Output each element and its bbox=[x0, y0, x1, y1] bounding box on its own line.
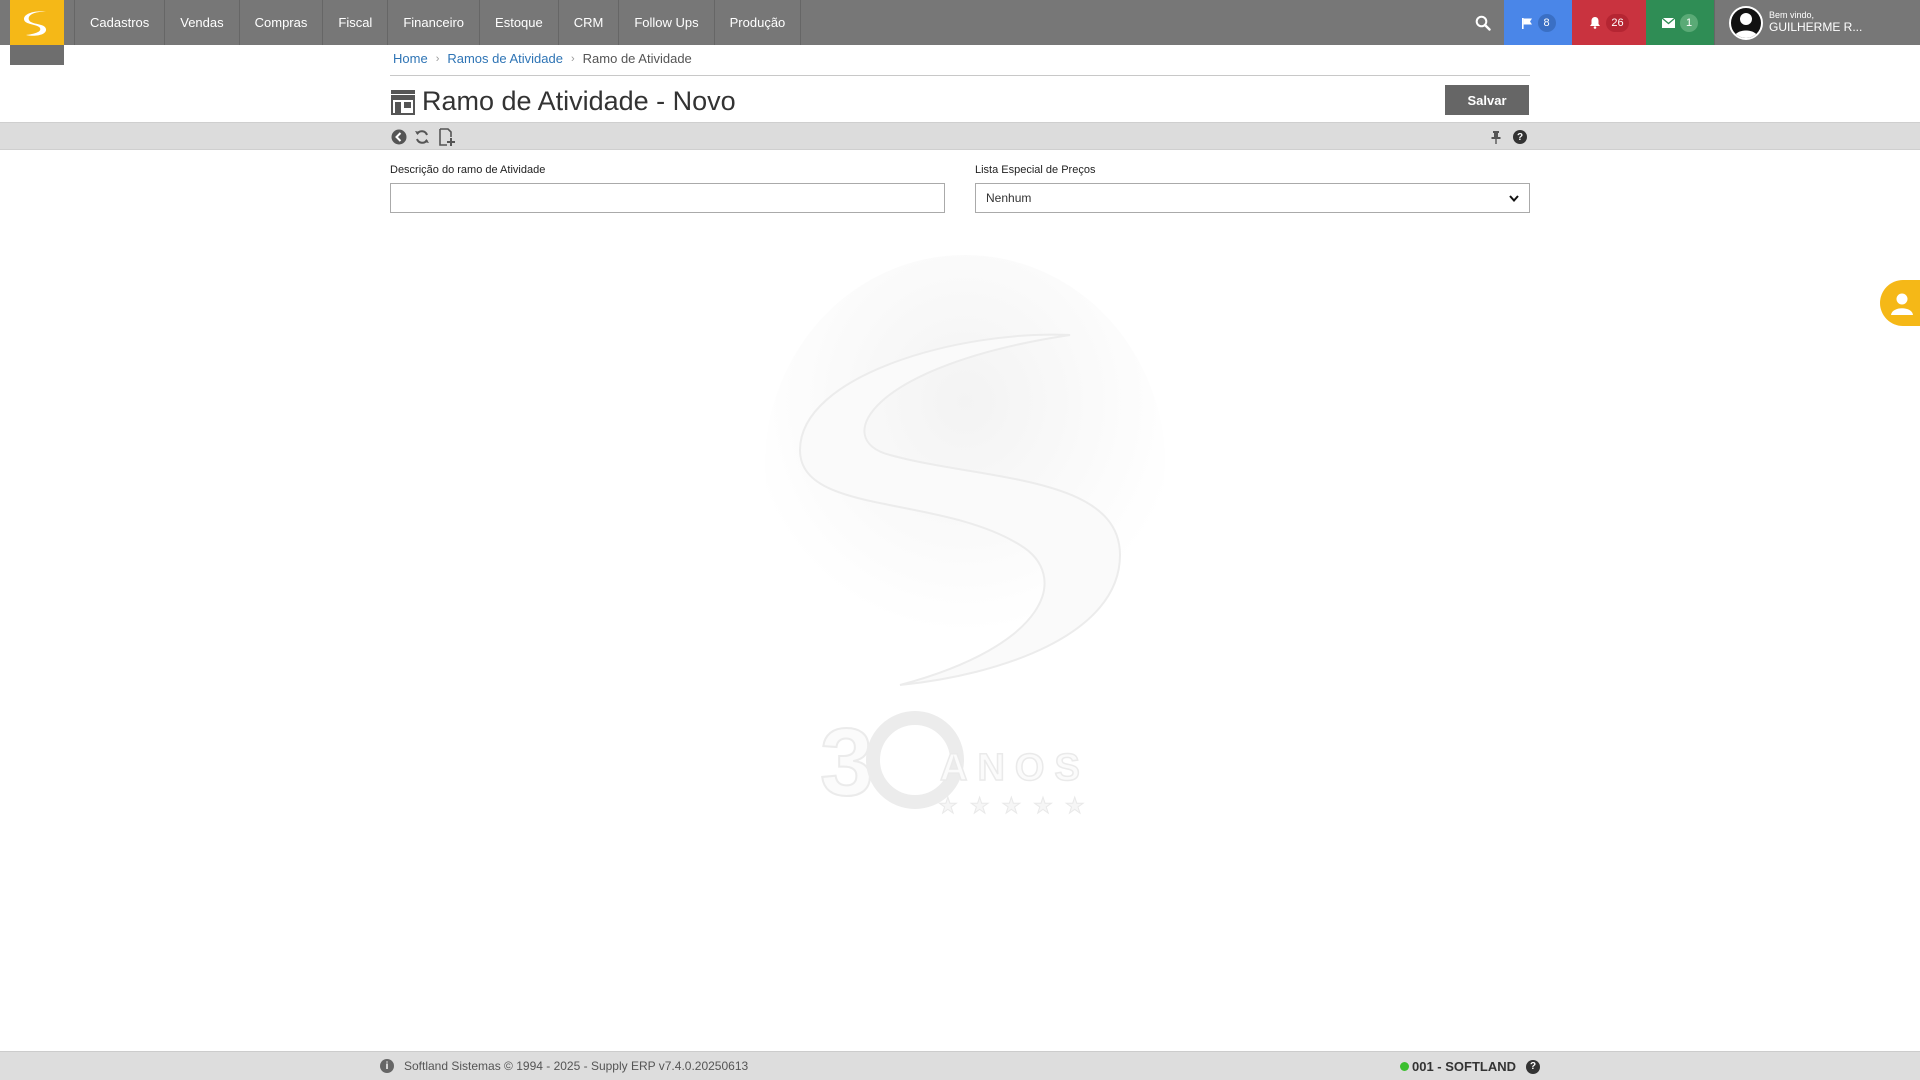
footer: i Softland Sistemas © 1994 - 2025 - Supp… bbox=[0, 1051, 1920, 1080]
menu-estoque[interactable]: Estoque bbox=[480, 0, 559, 45]
page-title: Ramo de Atividade - Novo bbox=[422, 86, 736, 116]
refresh-button[interactable] bbox=[412, 127, 432, 147]
user-name: GUILHERME R... bbox=[1769, 19, 1863, 34]
breadcrumb: Home › Ramos de Atividade › Ramo de Ativ… bbox=[393, 51, 692, 66]
save-button[interactable]: Salvar bbox=[1445, 85, 1529, 115]
company-indicator[interactable]: 001 - SOFTLAND ? bbox=[1400, 1059, 1541, 1074]
user-menu[interactable]: Bem vindo, GUILHERME R... bbox=[1714, 0, 1920, 45]
breadcrumb-ramos-de-atividade[interactable]: Ramos de Atividade bbox=[447, 51, 563, 66]
question-circle-icon: ? bbox=[1513, 130, 1527, 144]
svg-text:★★★★★: ★★★★★ bbox=[938, 794, 1097, 819]
pin-icon bbox=[1491, 131, 1501, 144]
menu-producao[interactable]: Produção bbox=[715, 0, 802, 45]
back-button[interactable] bbox=[389, 127, 409, 147]
search-button[interactable] bbox=[1462, 0, 1504, 45]
new-record-button[interactable] bbox=[437, 127, 457, 147]
arrow-left-circle-icon bbox=[391, 129, 407, 145]
menu-financeiro[interactable]: Financeiro bbox=[388, 0, 481, 45]
svg-text:3: 3 bbox=[820, 709, 873, 816]
side-support-button[interactable] bbox=[1880, 280, 1920, 326]
breadcrumb-current: Ramo de Atividade bbox=[582, 51, 692, 66]
footer-info: i Softland Sistemas © 1994 - 2025 - Supp… bbox=[380, 1059, 748, 1073]
pin-button[interactable] bbox=[1486, 127, 1506, 147]
menu-cadastros[interactable]: Cadastros bbox=[74, 0, 166, 45]
breadcrumb-separator-icon: › bbox=[435, 52, 440, 65]
top-navbar: Cadastros Vendas Compras Fiscal Financei… bbox=[0, 0, 1920, 65]
avatar bbox=[1729, 5, 1763, 40]
logo-icon bbox=[10, 0, 64, 45]
messages-count-badge: 1 bbox=[1680, 13, 1698, 32]
footer-help-icon[interactable]: ? bbox=[1526, 1059, 1541, 1074]
descricao-label: Descrição do ramo de Atividade bbox=[390, 164, 546, 176]
menu-crm[interactable]: CRM bbox=[559, 0, 620, 45]
page-header: Ramo de Atividade - Novo bbox=[390, 86, 736, 117]
lista-precos-label: Lista Especial de Preços bbox=[975, 164, 1096, 176]
menu-vendas[interactable]: Vendas bbox=[165, 0, 240, 45]
menu-follow-ups[interactable]: Follow Ups bbox=[619, 0, 715, 45]
company-name: 001 - SOFTLAND bbox=[1412, 1059, 1517, 1074]
softland-30-anos-watermark: 3 ANOS ★★★★★ bbox=[765, 255, 1165, 820]
flag-icon bbox=[1521, 17, 1532, 29]
header-divider bbox=[390, 75, 1530, 76]
footer-copyright: Softland Sistemas © 1994 - 2025 - Supply… bbox=[404, 1059, 749, 1073]
menu-compras[interactable]: Compras bbox=[240, 0, 324, 45]
breadcrumb-home[interactable]: Home bbox=[393, 51, 428, 66]
envelope-icon bbox=[1662, 17, 1675, 28]
breadcrumb-separator-icon: › bbox=[570, 52, 575, 65]
bell-icon bbox=[1590, 17, 1601, 29]
info-icon: i bbox=[380, 1059, 394, 1073]
user-icon bbox=[1734, 12, 1758, 38]
search-icon bbox=[1475, 15, 1491, 31]
flags-notification-button[interactable]: 8 bbox=[1504, 0, 1572, 45]
add-document-icon bbox=[439, 128, 455, 146]
store-icon bbox=[391, 89, 415, 115]
user-info: Bem vindo, GUILHERME R... bbox=[1769, 10, 1862, 34]
svg-text:ANOS: ANOS bbox=[940, 747, 1090, 789]
alerts-notification-button[interactable]: 26 bbox=[1572, 0, 1646, 45]
online-status-dot bbox=[1400, 1062, 1409, 1071]
lista-precos-select[interactable]: Nenhum bbox=[975, 183, 1530, 213]
softland-logo[interactable] bbox=[10, 0, 64, 65]
refresh-icon bbox=[415, 130, 429, 144]
messages-notification-button[interactable]: 1 bbox=[1646, 0, 1714, 45]
action-toolbar: ? bbox=[0, 122, 1920, 150]
user-support-icon bbox=[1891, 293, 1913, 315]
descricao-input[interactable] bbox=[390, 183, 945, 213]
menu-fiscal[interactable]: Fiscal bbox=[323, 0, 389, 45]
flags-count-badge: 8 bbox=[1537, 13, 1556, 32]
chevron-down-icon bbox=[1509, 194, 1519, 202]
lista-precos-selected-value: Nenhum bbox=[986, 191, 1032, 205]
alerts-count-badge: 26 bbox=[1606, 13, 1629, 32]
main-menu: Cadastros Vendas Compras Fiscal Financei… bbox=[74, 0, 802, 45]
help-button[interactable]: ? bbox=[1510, 127, 1530, 147]
